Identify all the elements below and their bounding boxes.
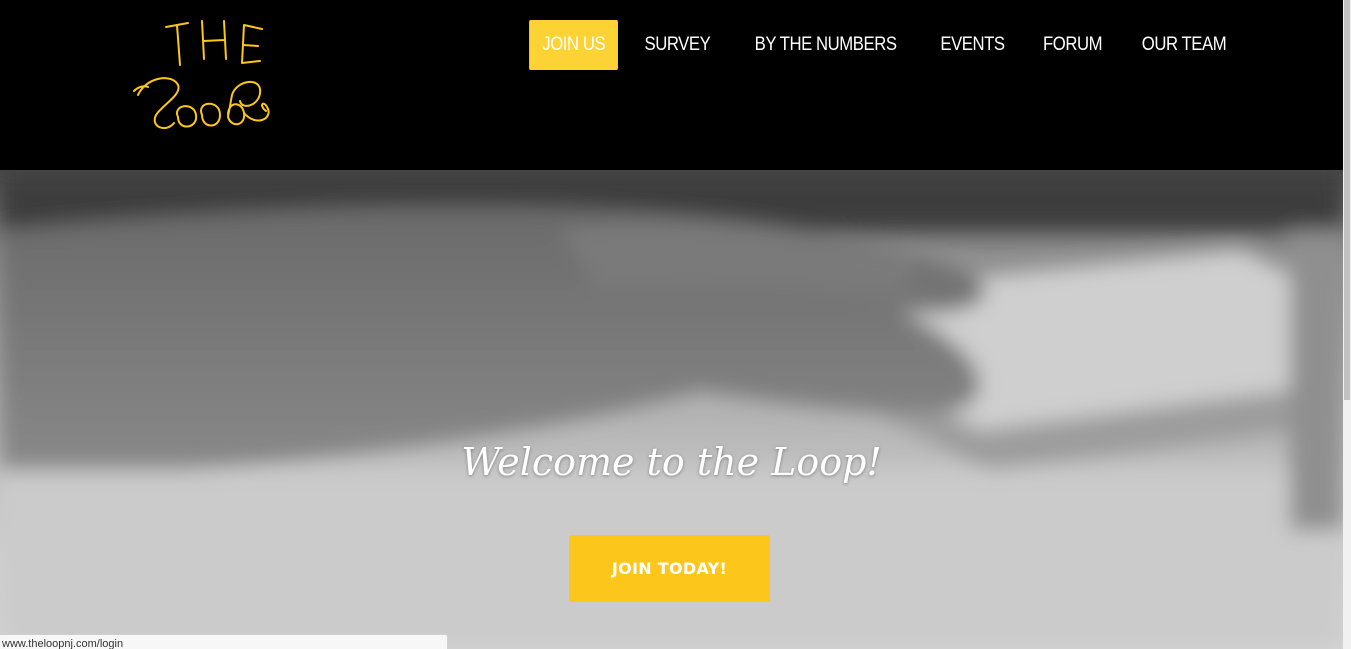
scrollbar-thumb[interactable] [1344,0,1350,400]
nav-join-us[interactable]: JOIN US [529,20,619,70]
browser-status-bar: www.theloopnj.com/login [0,634,448,649]
join-today-button[interactable]: JOIN TODAY! [569,535,770,602]
nav-survey[interactable]: SURVEY [631,20,723,70]
site-logo[interactable] [132,15,292,140]
site-header: JOIN US SURVEY BY THE NUMBERS EVENTS FOR… [0,0,1343,170]
main-nav: JOIN US SURVEY BY THE NUMBERS EVENTS FOR… [523,20,1247,70]
nav-forum[interactable]: FORUM [1030,20,1115,70]
nav-our-team[interactable]: OUR TEAM [1129,20,1240,70]
nav-events[interactable]: EVENTS [927,20,1018,70]
the-loop-logo-icon [133,20,270,130]
page-scrollbar[interactable] [1343,0,1351,649]
nav-by-the-numbers[interactable]: BY THE NUMBERS [741,20,909,70]
hero-headline: Welcome to the Loop! [461,440,882,484]
hero-section: Welcome to the Loop! JOIN TODAY! [0,170,1343,649]
